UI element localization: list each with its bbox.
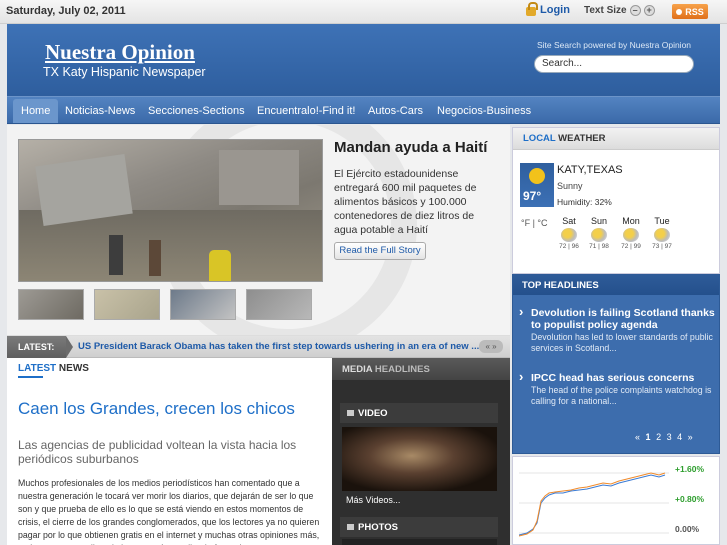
read-full-story-button[interactable]: Read the Full Story <box>334 242 426 260</box>
local-weather-widget: LOCAL WEATHER 97° KATY,TEXAS Sunny Humid… <box>512 127 720 274</box>
rss-button[interactable]: RSS <box>672 4 708 19</box>
series-line-blue <box>519 474 666 536</box>
login-link[interactable]: Login <box>526 2 570 16</box>
forecast-day: Sun 71 | 98 <box>589 216 609 250</box>
nav-item-negocios[interactable]: Negocios-Business <box>437 105 531 117</box>
top-utility-bar: Saturday, July 02, 2011 Login Text Size … <box>0 0 727 24</box>
latest-news-section: LATEST NEWS Caen los Grandes, crecen los… <box>7 358 332 545</box>
partly-sunny-icon <box>623 228 639 242</box>
headline-title[interactable]: IPCC head has serious concerns <box>519 371 717 384</box>
pager-prev[interactable]: « <box>635 432 640 442</box>
chart-label-zero: 0.00% <box>675 524 700 534</box>
lock-icon <box>526 2 538 16</box>
nav-item-noticias[interactable]: Noticias-News <box>65 105 135 117</box>
ticker-nav-buttons[interactable]: « » <box>479 340 503 353</box>
weather-condition: Sunny <box>557 181 583 191</box>
video-icon <box>347 410 354 416</box>
top-headlines-widget: TOP HEADLINES Devolution is failing Scot… <box>512 274 720 454</box>
pager-page-1[interactable]: 1 <box>646 432 651 442</box>
site-tagline: TX Katy Hispanic Newspaper <box>43 65 206 79</box>
camera-icon <box>347 524 354 530</box>
photos-label-bar: PHOTOS <box>340 517 498 537</box>
video-label-bar: VIDEO <box>340 403 498 423</box>
rss-label: RSS <box>685 6 704 17</box>
forecast-day: Mon 72 | 99 <box>621 216 641 250</box>
video-thumbnail[interactable] <box>342 427 497 491</box>
headline-title[interactable]: Devolution is failing Scotland thanks to… <box>519 306 717 331</box>
text-decrease-icon[interactable]: – <box>629 5 641 16</box>
top-headlines-header: TOP HEADLINES <box>513 275 719 295</box>
featured-thumbnail[interactable] <box>246 289 312 320</box>
featured-thumbnail[interactable] <box>94 289 160 320</box>
featured-thumbnail[interactable] <box>18 289 84 320</box>
weather-humidity: Humidity: 32% <box>557 197 612 207</box>
pager-page-2[interactable]: 2 <box>656 432 661 442</box>
nav-item-secciones[interactable]: Secciones-Sections <box>148 105 245 117</box>
main-nav: Home Noticias-News Secciones-Sections En… <box>7 96 720 124</box>
search-input[interactable]: Search... <box>534 55 694 73</box>
current-date: Saturday, July 02, 2011 <box>6 5 126 17</box>
pager-page-4[interactable]: 4 <box>677 432 682 442</box>
text-size-label: Text Size <box>584 5 627 16</box>
header-underline <box>18 376 43 378</box>
featured-image[interactable] <box>18 139 323 282</box>
partly-sunny-icon <box>591 228 607 242</box>
featured-story: Mandan ayuda a Haití El Ejército estadou… <box>7 125 510 336</box>
nav-item-home[interactable]: Home <box>13 99 59 123</box>
unit-toggle[interactable]: °F | °C <box>521 218 548 228</box>
headline-item[interactable]: IPCC head has serious concerns The head … <box>519 371 717 407</box>
site-title[interactable]: Nuestra Opinion <box>45 40 195 65</box>
media-headlines-section: MEDIA HEADLINES VIDEO Más Videos... PHOT… <box>332 358 510 545</box>
featured-thumbnail[interactable] <box>170 289 236 320</box>
article-title[interactable]: Caen los Grandes, crecen los chicos <box>18 399 295 419</box>
headline-item[interactable]: Devolution is failing Scotland thanks to… <box>519 306 717 354</box>
market-chart-widget: +1.60% +0.80% 0.00% <box>512 456 720 545</box>
partly-sunny-icon <box>561 228 577 242</box>
pager-next[interactable]: » <box>688 432 693 442</box>
pager-page-3[interactable]: 3 <box>667 432 672 442</box>
article-subtitle: Las agencias de publicidad voltean la vi… <box>18 438 297 466</box>
media-headlines-header: MEDIA HEADLINES <box>332 358 510 380</box>
login-label: Login <box>540 4 570 16</box>
headline-description: Devolution has led to lower standards of… <box>531 332 713 353</box>
current-temperature: 97° <box>523 189 542 203</box>
sunny-weather-icon: 97° <box>520 163 554 207</box>
forecast-day: Tue 73 | 97 <box>652 216 672 250</box>
headline-description: The head of the police complaints watchd… <box>531 385 712 406</box>
ticker-headline[interactable]: US President Barack Obama has taken the … <box>78 341 479 352</box>
latest-ticker: LATEST: US President Barack Obama has ta… <box>7 336 510 358</box>
photo-thumbnail[interactable] <box>342 539 497 545</box>
featured-summary: El Ejército estadounidense entregará 600… <box>334 168 477 236</box>
nav-item-encuentralo[interactable]: Encuentralo!-Find it! <box>257 105 355 117</box>
text-size-control: Text Size – + <box>584 5 655 16</box>
nav-item-autos[interactable]: Autos-Cars <box>368 105 423 117</box>
featured-headline[interactable]: Mandan ayuda a Haití <box>334 139 487 156</box>
market-chart-plot <box>519 472 669 537</box>
weather-header: LOCAL WEATHER <box>513 128 719 150</box>
latest-news-header: LATEST NEWS <box>18 363 89 374</box>
article-body: Muchos profesionales de los medios perio… <box>18 478 320 545</box>
forecast-day: Sat 72 | 96 <box>559 216 579 250</box>
ticker-label: LATEST: <box>7 336 73 358</box>
more-videos-link[interactable]: Más Videos... <box>346 495 400 505</box>
search-label: Site Search powered by Nuestra Opinion <box>537 40 692 50</box>
weather-city: KATY,TEXAS <box>557 164 623 176</box>
site-header: Nuestra Opinion TX Katy Hispanic Newspap… <box>7 24 720 96</box>
chart-label-top: +1.60% <box>675 464 705 474</box>
chart-label-mid: +0.80% <box>675 494 705 504</box>
text-increase-icon[interactable]: + <box>643 5 655 16</box>
rss-icon <box>676 8 683 15</box>
partly-sunny-icon <box>654 228 670 242</box>
headlines-pager: « 1 2 3 4 » <box>635 432 696 442</box>
